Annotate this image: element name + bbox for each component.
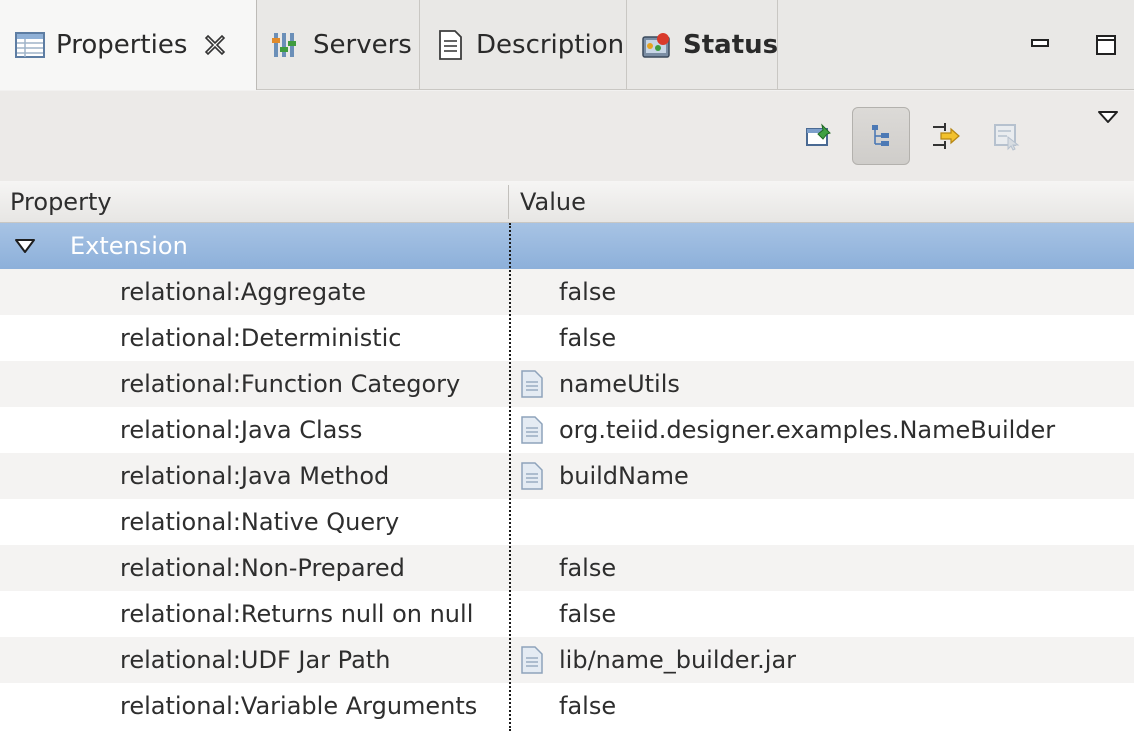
show-advanced-icon	[933, 123, 960, 149]
table-row[interactable]: relational:Deterministic false	[0, 315, 1134, 361]
column-header-value[interactable]: Value	[520, 181, 1120, 223]
property-value[interactable]: false	[559, 545, 616, 591]
view-tab-bar: Properties Servers Description Status	[0, 0, 1134, 90]
table-row[interactable]: relational:Aggregate false	[0, 269, 1134, 315]
table-row[interactable]: relational:Returns null on null false	[0, 591, 1134, 637]
tab-servers-label: Servers	[313, 30, 412, 60]
status-icon	[641, 29, 673, 61]
show-categories-icon	[872, 125, 889, 146]
show-categories-button[interactable]	[852, 107, 910, 165]
table-row[interactable]: relational:UDF Jar Path lib/name_builder…	[0, 637, 1134, 683]
property-name: relational:Java Method	[120, 462, 390, 490]
property-value[interactable]: nameUtils	[559, 361, 680, 407]
property-name: relational:Aggregate	[120, 278, 367, 306]
property-name: relational:Variable Arguments	[120, 692, 478, 720]
view-menu-icon	[1098, 111, 1118, 123]
tab-servers[interactable]: Servers	[257, 0, 420, 90]
text-document-icon	[520, 416, 544, 444]
tab-status-label: Status	[683, 30, 779, 60]
property-name: relational:UDF Jar Path	[120, 646, 391, 674]
properties-toolbar	[0, 91, 1134, 181]
category-row-extension[interactable]: Extension	[0, 223, 1134, 269]
text-document-icon	[520, 462, 544, 490]
restore-defaults-button[interactable]	[978, 107, 1036, 165]
property-name: relational:Native Query	[120, 508, 400, 536]
property-value[interactable]: false	[559, 269, 616, 315]
property-name: relational:Java Class	[120, 416, 363, 444]
table-row[interactable]: relational:Function Category nameUtils	[0, 361, 1134, 407]
maximize-icon	[1096, 35, 1116, 55]
property-value[interactable]: lib/name_builder.jar	[559, 637, 796, 683]
column-divider	[509, 223, 511, 731]
table-header: Property Value	[0, 181, 1134, 223]
table-row[interactable]: relational:Native Query	[0, 499, 1134, 545]
property-name: relational:Function Category	[120, 370, 461, 398]
properties-table: Property Value Extension relational:Aggr…	[0, 181, 1134, 731]
property-name: relational:Returns null on null	[120, 600, 474, 628]
pin-to-view-icon	[806, 123, 831, 146]
properties-table-icon	[14, 29, 46, 61]
property-value[interactable]: false	[559, 591, 616, 637]
property-name: relational:Deterministic	[120, 324, 402, 352]
document-icon	[434, 29, 466, 61]
text-document-icon	[520, 646, 544, 674]
expand-collapse-icon[interactable]	[14, 235, 36, 257]
restore-defaults-icon	[994, 124, 1020, 151]
tab-description-label: Description	[476, 30, 625, 60]
column-header-property[interactable]: Property	[10, 181, 505, 223]
property-value[interactable]: buildName	[559, 453, 689, 499]
property-value[interactable]: false	[559, 315, 616, 361]
maximize-button[interactable]	[1081, 0, 1131, 90]
table-row[interactable]: relational:Variable Arguments false	[0, 683, 1134, 729]
minimize-button[interactable]	[1015, 0, 1065, 90]
servers-icon	[271, 29, 303, 61]
tab-description[interactable]: Description	[420, 0, 627, 90]
property-value[interactable]: false	[559, 683, 616, 729]
category-label: Extension	[70, 232, 188, 260]
property-value[interactable]: org.teiid.designer.examples.NameBuilder	[559, 407, 1055, 453]
tab-status[interactable]: Status	[627, 0, 778, 90]
column-resize-handle[interactable]	[508, 185, 509, 219]
property-name: relational:Non-Prepared	[120, 554, 405, 582]
text-document-icon	[520, 370, 544, 398]
minimize-icon	[1031, 39, 1049, 47]
table-row[interactable]: relational:Non-Prepared false	[0, 545, 1134, 591]
tab-properties-label: Properties	[56, 30, 188, 60]
pin-to-view-button[interactable]	[790, 107, 848, 165]
close-icon[interactable]	[203, 33, 227, 57]
table-row[interactable]: relational:Java Class org.teiid.designer…	[0, 407, 1134, 453]
tab-properties[interactable]: Properties	[0, 0, 257, 90]
show-advanced-button[interactable]	[916, 107, 974, 165]
view-menu-button[interactable]	[1086, 95, 1130, 139]
table-row[interactable]: relational:Java Method buildName	[0, 453, 1134, 499]
